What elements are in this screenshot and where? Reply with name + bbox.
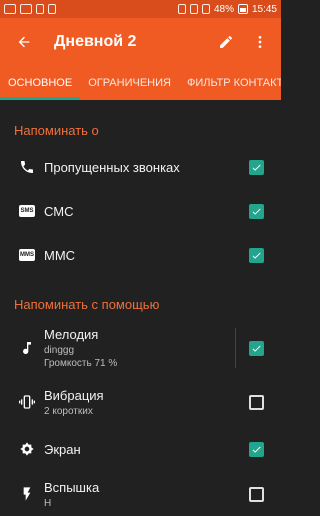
- status-bar: 48% 15:45: [0, 0, 281, 18]
- section-title-remind-about: Напоминать о: [14, 123, 99, 138]
- row-missed-calls[interactable]: Пропущенных звонках: [0, 145, 281, 189]
- row-label: СМС: [44, 203, 74, 219]
- more-options-button[interactable]: [249, 31, 271, 53]
- divider: [235, 328, 236, 368]
- row-flash[interactable]: Вспышка Н: [0, 472, 281, 516]
- mms-checkbox[interactable]: [249, 247, 264, 263]
- flash-checkbox[interactable]: [249, 486, 264, 502]
- battery-percent: 48%: [213, 3, 234, 15]
- row-label: Экран: [44, 441, 81, 457]
- ringtone-volume: Громкость 71 %: [44, 358, 118, 369]
- sms-checkbox[interactable]: [249, 203, 264, 219]
- mms-icon: MMS: [19, 249, 35, 261]
- signal-icon-2: [201, 4, 210, 14]
- phone-missed-icon: [36, 4, 44, 14]
- ringtone-name: dinggg: [44, 345, 75, 356]
- tab-bar: ОСНОВНОЕ ОГРАНИЧЕНИЯ ФИЛЬТР КОНТАКТОВ: [0, 66, 281, 100]
- vibration-icon: [19, 395, 35, 409]
- notification-icon: [4, 4, 16, 14]
- toolbar: Дневной 2: [0, 18, 281, 66]
- check-icon: [252, 208, 261, 215]
- signal-icon: [189, 4, 198, 14]
- vibration-checkbox[interactable]: [249, 394, 264, 410]
- sms-icon: SMS: [19, 205, 35, 217]
- row-label: ММС: [44, 247, 76, 263]
- row-label: Вспышка: [44, 479, 100, 495]
- row-sms[interactable]: SMS СМС: [0, 189, 281, 233]
- row-label: Пропущенных звонках: [44, 159, 180, 175]
- tab-contact-filter[interactable]: ФИЛЬТР КОНТАКТОВ: [179, 66, 281, 100]
- check-icon: [252, 252, 261, 259]
- page-title: Дневной 2: [54, 33, 137, 50]
- section-title-remind-with: Напоминать с помощью: [14, 297, 160, 312]
- row-screen[interactable]: Экран: [0, 427, 281, 471]
- row-vibration[interactable]: Вибрация 2 коротких: [0, 380, 281, 424]
- flash-sub: Н: [44, 497, 52, 509]
- row-label: Вибрация: [44, 387, 104, 403]
- phone-icon: [48, 4, 56, 14]
- alarm-icon: [177, 4, 186, 14]
- check-icon: [252, 345, 261, 352]
- row-label: Мелодия: [44, 327, 99, 342]
- battery-icon: [237, 4, 248, 14]
- music-note-icon: [23, 342, 31, 355]
- row-mms[interactable]: MMS ММС: [0, 233, 281, 277]
- tab-main[interactable]: ОСНОВНОЕ: [0, 66, 81, 100]
- pencil-icon: [220, 36, 232, 48]
- screen-checkbox[interactable]: [249, 441, 264, 457]
- more-vert-icon: [258, 36, 262, 48]
- vibration-pattern: 2 коротких: [44, 405, 93, 417]
- mail-icon: [20, 4, 32, 14]
- back-button[interactable]: [10, 28, 38, 56]
- clock: 15:45: [251, 3, 277, 15]
- check-icon: [252, 164, 261, 171]
- phone-icon: [21, 161, 33, 173]
- brightness-icon: [20, 442, 34, 456]
- missed-calls-checkbox[interactable]: [249, 159, 264, 175]
- row-ringtone[interactable]: Мелодия dinggg Громкость 71 %: [0, 322, 281, 374]
- ringtone-checkbox[interactable]: [249, 340, 264, 356]
- edit-button[interactable]: [215, 31, 237, 53]
- tab-limits[interactable]: ОГРАНИЧЕНИЯ: [80, 66, 179, 100]
- arrow-left-icon: [18, 36, 30, 48]
- check-icon: [252, 446, 261, 453]
